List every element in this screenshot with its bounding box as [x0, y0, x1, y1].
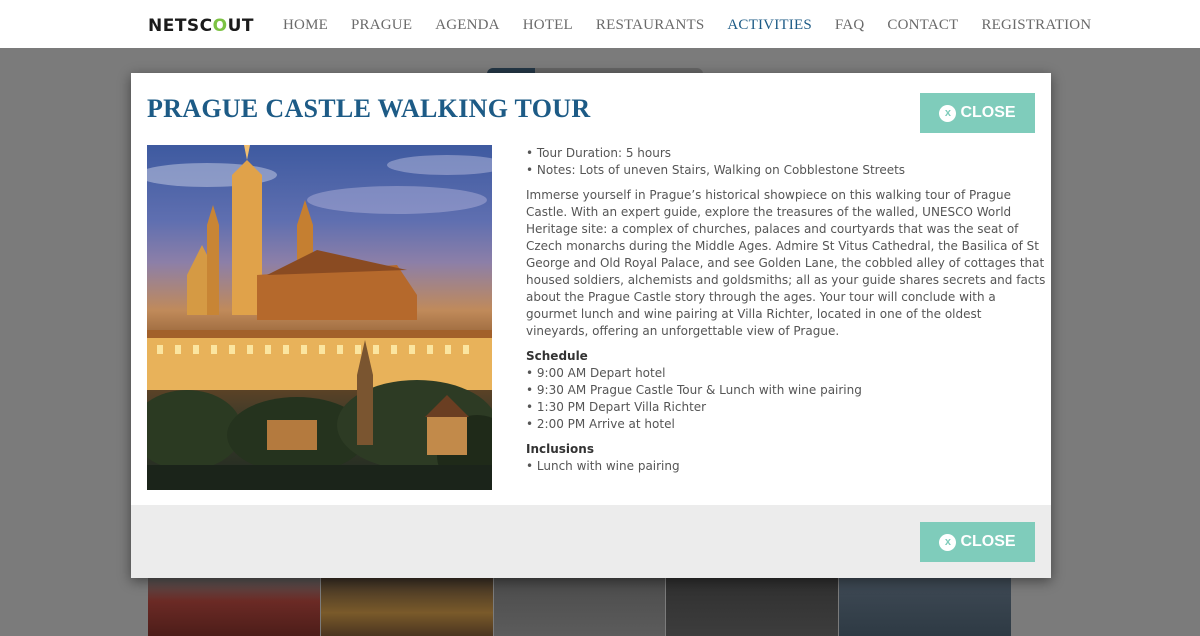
netscout-logo[interactable]: NETSCOUT [148, 16, 254, 36]
nav-hotel[interactable]: HOTEL [523, 17, 573, 34]
inclusions-section: Inclusions • Lunch with wine pairing [526, 441, 1046, 475]
schedule-item: • 2:00 PM Arrive at hotel [526, 417, 675, 431]
nav-prague[interactable]: PRAGUE [351, 17, 412, 34]
tour-details: • Tour Duration: 5 hours • Notes: Lots o… [526, 145, 1046, 483]
tour-notes: • Notes: Lots of uneven Stairs, Walking … [526, 163, 906, 177]
prague-castle-image [147, 145, 492, 490]
inclusion-item: • Lunch with wine pairing [526, 459, 680, 473]
modal-footer [131, 505, 1051, 578]
inclusions-heading: Inclusions [526, 442, 594, 456]
close-label: CLOSE [960, 533, 1016, 550]
schedule-item: • 9:30 AM Prague Castle Tour & Lunch wit… [526, 383, 862, 397]
main-nav: HOME PRAGUE AGENDA HOTEL RESTAURANTS ACT… [283, 17, 1114, 34]
site-header: NETSCOUT HOME PRAGUE AGENDA HOTEL RESTAU… [0, 0, 1200, 48]
nav-home[interactable]: HOME [283, 17, 328, 34]
schedule-section: Schedule • 9:00 AM Depart hotel • 9:30 A… [526, 348, 1046, 433]
nav-faq[interactable]: FAQ [835, 17, 865, 34]
tour-description: Immerse yourself in Prague’s historical … [526, 188, 1046, 338]
nav-restaurants[interactable]: RESTAURANTS [596, 17, 705, 34]
thumbnail-bicycles [493, 578, 666, 636]
schedule-item: • 9:00 AM Depart hotel [526, 366, 666, 380]
thumbnail-beer [320, 578, 493, 636]
tour-duration: • Tour Duration: 5 hours [526, 146, 672, 160]
activity-thumbnails [148, 578, 1012, 636]
modal-title: PRAGUE CASTLE WALKING TOUR [147, 94, 591, 123]
close-icon: x [939, 104, 957, 122]
close-button-bottom[interactable]: x CLOSE [920, 522, 1035, 562]
prague-castle-illustration [147, 145, 492, 490]
tour-info-list: • Tour Duration: 5 hours • Notes: Lots o… [526, 145, 1046, 179]
nav-contact[interactable]: CONTACT [887, 17, 958, 34]
nav-registration[interactable]: REGISTRATION [981, 17, 1091, 34]
thumbnail-vintage-car [148, 578, 320, 636]
thumbnail-dark [666, 578, 839, 636]
close-icon: x [939, 533, 957, 551]
nav-agenda[interactable]: AGENDA [435, 17, 500, 34]
activity-modal: PRAGUE CASTLE WALKING TOUR x CLOSE • Tou… [131, 73, 1051, 578]
close-button-top[interactable]: x CLOSE [920, 93, 1035, 133]
nav-activities[interactable]: ACTIVITIES [727, 17, 812, 34]
schedule-heading: Schedule [526, 349, 588, 363]
close-label: CLOSE [960, 104, 1016, 121]
thumbnail-river-boat [839, 578, 1011, 636]
schedule-item: • 1:30 PM Depart Villa Richter [526, 400, 707, 414]
